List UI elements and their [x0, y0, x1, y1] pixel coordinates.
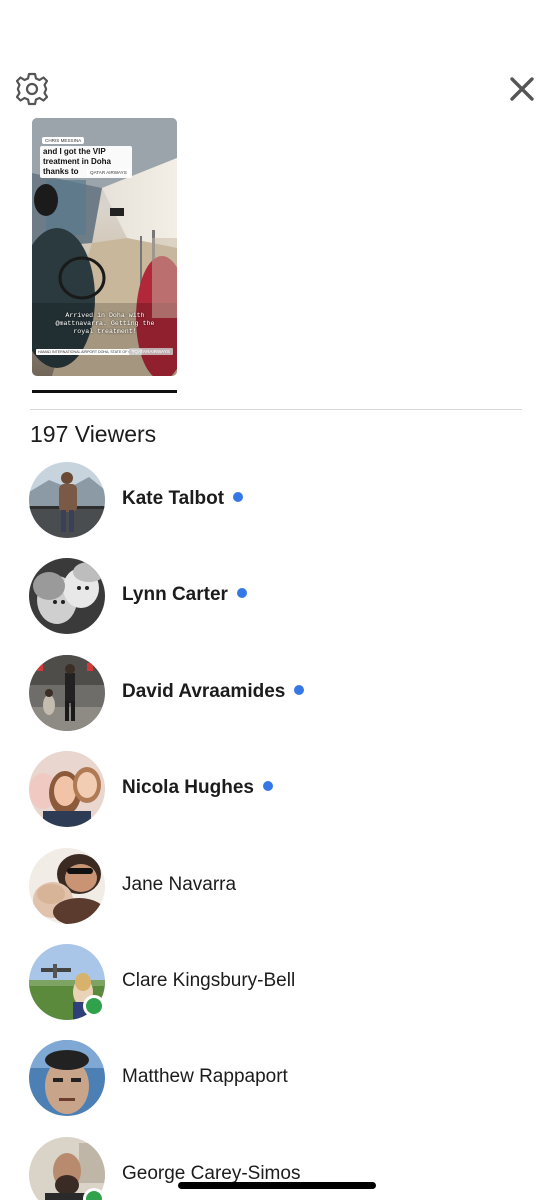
unseen-indicator: [262, 781, 273, 791]
unseen-indicator: [294, 685, 305, 695]
gear-icon[interactable]: [13, 70, 51, 108]
avatar[interactable]: [29, 462, 105, 538]
viewer-avatar-wrap: [29, 751, 105, 827]
viewer-row[interactable]: Jane Navarra: [0, 848, 554, 944]
viewer-row[interactable]: Matthew Rappaport: [0, 1040, 554, 1136]
unseen-indicator: [233, 492, 244, 502]
viewer-row[interactable]: David Avraamides: [0, 655, 554, 751]
viewer-avatar-wrap: [29, 1040, 105, 1116]
home-indicator[interactable]: [178, 1182, 376, 1189]
viewer-row[interactable]: Clare Kingsbury-Bell: [0, 944, 554, 1040]
viewer-name: Nicola Hughes: [122, 776, 273, 800]
viewer-name: Matthew Rappaport: [122, 1066, 288, 1087]
viewer-row[interactable]: Kate Talbot: [0, 462, 554, 558]
viewer-name: David Avraamides: [122, 680, 305, 704]
avatar[interactable]: [29, 751, 105, 827]
avatar[interactable]: [29, 848, 105, 924]
viewer-row[interactable]: Nicola Hughes: [0, 751, 554, 847]
story-thumbnail[interactable]: CHRIS MESSINA and I got the VIP treatmen…: [32, 118, 177, 376]
story-author-tag: CHRIS MESSINA: [42, 137, 85, 144]
viewer-avatar-wrap: [29, 848, 105, 924]
story-mention-tag: QATAR AIRWAYS: [87, 169, 130, 176]
close-icon[interactable]: [507, 74, 537, 104]
divider: [30, 409, 522, 410]
selected-story-indicator: [32, 390, 177, 393]
viewer-avatar-wrap: [29, 1137, 105, 1200]
story-location-sticker: HAMAD INTERNATIONAL AIRPORT DOHA, STATE …: [36, 349, 143, 355]
viewer-row[interactable]: George Carey-Simos: [0, 1137, 554, 1200]
viewer-name: Kate Talbot: [122, 487, 244, 511]
avatar[interactable]: [29, 1040, 105, 1116]
story-overlay-text: Arrived in Doha with @mattnavarra. Getti…: [55, 312, 155, 335]
viewer-avatar-wrap: [29, 944, 105, 1020]
online-status-indicator: [83, 995, 105, 1017]
viewer-name: Jane Navarra: [122, 874, 237, 895]
viewer-name: Lynn Carter: [122, 583, 247, 607]
avatar[interactable]: [29, 558, 105, 634]
viewer-avatar-wrap: [29, 462, 105, 538]
unseen-indicator: [236, 588, 247, 598]
viewers-count: 197 Viewers: [30, 421, 157, 447]
viewer-name: Clare Kingsbury-Bell: [122, 970, 296, 991]
avatar[interactable]: [29, 655, 105, 731]
story-viewers-screen: CHRIS MESSINA and I got the VIP treatmen…: [0, 0, 554, 1200]
viewer-row[interactable]: Lynn Carter: [0, 558, 554, 654]
viewer-avatar-wrap: [29, 558, 105, 634]
viewer-avatar-wrap: [29, 655, 105, 731]
story-hashtag-sticker: #QATARAIRWAYS: [128, 348, 173, 355]
